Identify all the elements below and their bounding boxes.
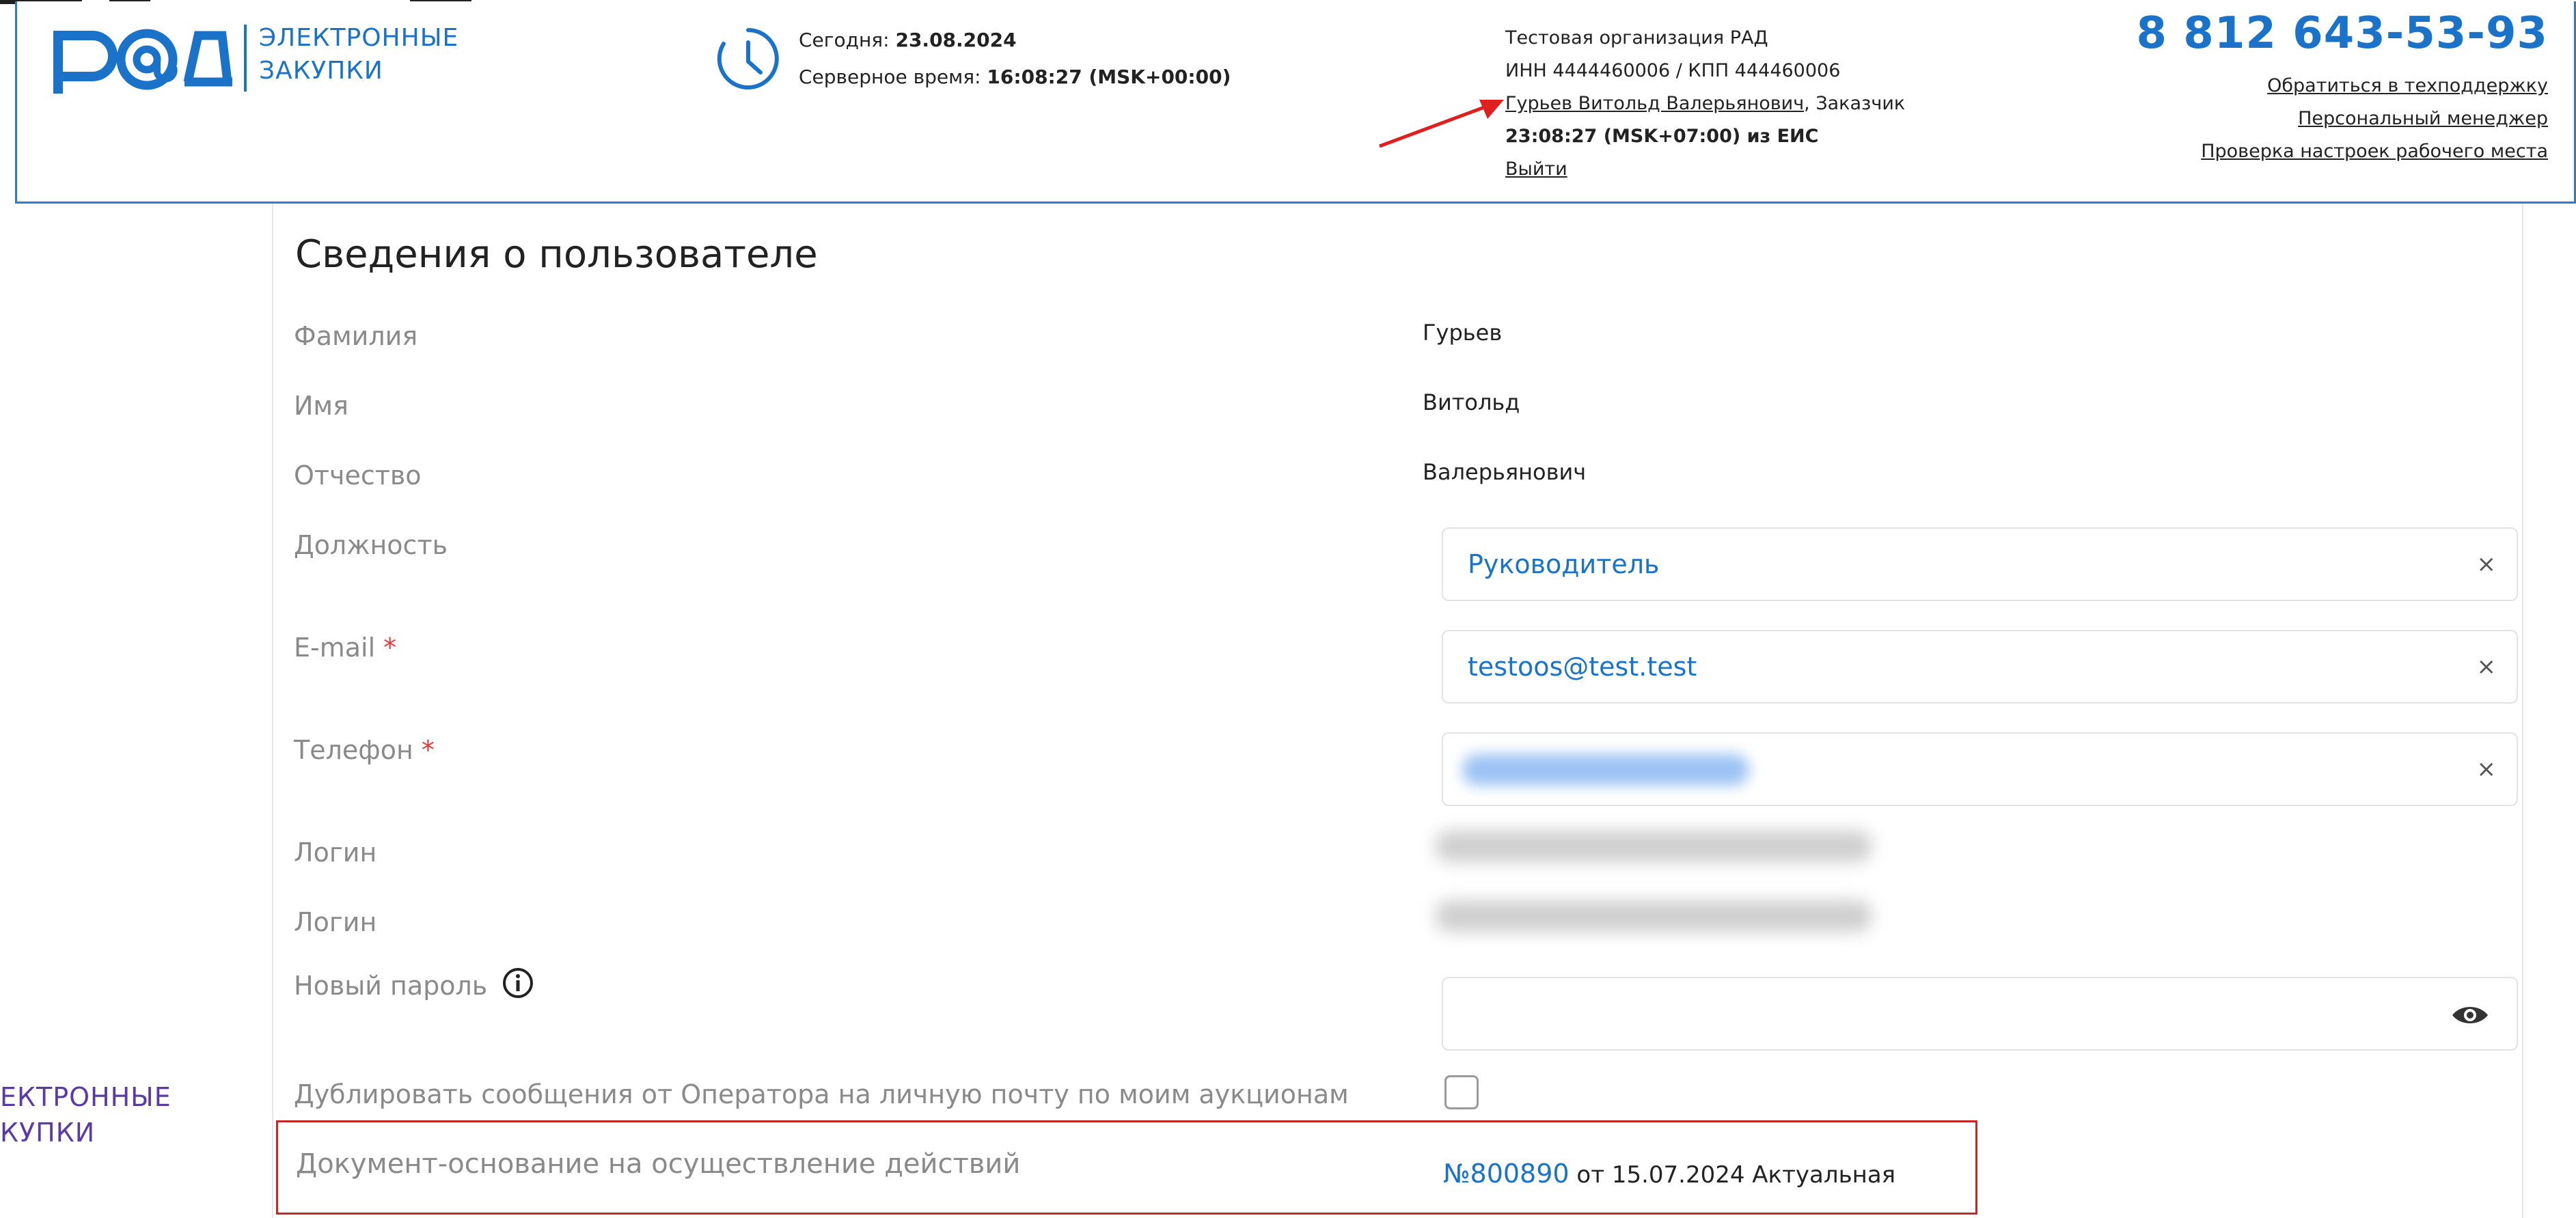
login-value-redacted-2 bbox=[1435, 900, 1872, 932]
workplace-check-link[interactable]: Проверка настроек рабочего места bbox=[2201, 135, 2548, 168]
phone-value-redacted bbox=[1462, 754, 1749, 786]
phone-field[interactable]: × bbox=[1442, 732, 2518, 806]
duplicate-messages-checkbox[interactable] bbox=[1444, 1075, 1479, 1109]
user-info-card: Сведения о пользователе Фамилия Гурьев И… bbox=[272, 204, 2523, 1218]
duplicate-messages-label: Дублировать сообщения от Оператора на ли… bbox=[294, 1079, 1349, 1109]
brand-line-2: ЗАКУПКИ bbox=[259, 57, 383, 85]
help-links: Обратиться в техподдержку Персональный м… bbox=[2201, 70, 2548, 168]
support-phone[interactable]: 8 812 643-53-93 bbox=[2136, 8, 2548, 59]
surname-label: Фамилия bbox=[294, 321, 418, 351]
logout-line: Выйти bbox=[1505, 153, 1905, 186]
clear-position-icon[interactable]: × bbox=[2477, 551, 2497, 578]
user-line: Гурьев Витольд Валерьянович, Заказчик bbox=[1505, 87, 1905, 120]
organization-block: Тестовая организация РАД ИНН 4444460006 … bbox=[1505, 22, 1905, 186]
today-value: 23.08.2024 bbox=[895, 29, 1017, 51]
server-time-value: 16:08:27 (MSK+00:00) bbox=[987, 66, 1231, 88]
org-inn-kpp: ИНН 4444460006 / КПП 444460006 bbox=[1505, 60, 1841, 81]
phone-label-text: Телефон bbox=[294, 735, 413, 765]
today-label: Сегодня: bbox=[799, 29, 896, 51]
left-fragment-line-2: КУПКИ bbox=[0, 1118, 96, 1148]
eis-time-value: 23:08:27 (MSK+07:00) из ЕИС bbox=[1505, 126, 1819, 147]
eis-time: 23:08:27 (MSK+07:00) из ЕИС bbox=[1505, 120, 1905, 153]
brand-text: ЭЛЕКТРОННЫЕ ЗАКУПКИ bbox=[259, 22, 458, 87]
email-label-text: E-mail bbox=[294, 633, 376, 663]
brand-line-1: ЭЛЕКТРОННЫЕ bbox=[259, 24, 459, 52]
org-name: Тестовая организация РАД bbox=[1505, 27, 1768, 49]
position-label: Должность bbox=[294, 530, 448, 560]
logo-separator bbox=[244, 25, 247, 92]
position-field[interactable]: Руководитель × bbox=[1442, 527, 2518, 601]
clear-email-icon[interactable]: × bbox=[2477, 653, 2497, 680]
name-value: Витольд bbox=[1423, 389, 1520, 415]
login-label: Логин bbox=[294, 838, 377, 868]
phone-label: Телефон * bbox=[294, 735, 435, 765]
new-password-field[interactable] bbox=[1442, 977, 2518, 1051]
email-label: E-mail * bbox=[294, 633, 396, 663]
logout-link[interactable]: Выйти bbox=[1505, 158, 1567, 180]
new-password-label: Новый пароль bbox=[294, 967, 534, 1001]
patronymic-label: Отчество bbox=[294, 460, 422, 490]
personal-manager-link[interactable]: Персональный менеджер bbox=[2201, 102, 2548, 135]
server-time-block: Сегодня: 23.08.2024 Серверное время: 16:… bbox=[799, 22, 1231, 96]
support-link[interactable]: Обратиться в техподдержку bbox=[2201, 70, 2548, 102]
clock-icon bbox=[715, 26, 781, 94]
show-password-eye-icon[interactable] bbox=[2451, 1003, 2489, 1027]
server-time-line: Серверное время: 16:08:27 (MSK+00:00) bbox=[799, 59, 1231, 96]
left-fragment-line-1: ЕКТРОННЫЕ bbox=[0, 1082, 172, 1112]
logo[interactable] bbox=[51, 22, 236, 100]
email-field[interactable]: testoos@test.test × bbox=[1442, 630, 2518, 704]
position-value: Руководитель bbox=[1468, 549, 1660, 579]
today-line: Сегодня: 23.08.2024 bbox=[799, 22, 1231, 59]
info-icon[interactable] bbox=[502, 967, 534, 999]
server-time-label: Серверное время: bbox=[799, 66, 987, 88]
email-value: testoos@test.test bbox=[1468, 652, 1697, 682]
document-status: от 15.07.2024 Актуальная bbox=[1569, 1161, 1896, 1189]
patronymic-value: Валерьянович bbox=[1423, 459, 1587, 485]
user-profile-link[interactable]: Гурьев Витольд Валерьянович bbox=[1505, 93, 1804, 114]
name-label: Имя bbox=[294, 391, 348, 421]
left-brand-fragment: ЕКТРОННЫЕ КУПКИ bbox=[0, 1079, 172, 1150]
login-label-2: Логин bbox=[294, 907, 377, 937]
user-role: , Заказчик bbox=[1804, 93, 1906, 114]
new-password-label-text: Новый пароль bbox=[294, 971, 488, 1001]
required-mark: * bbox=[421, 735, 435, 765]
document-basis-value: №800890 от 15.07.2024 Актуальная bbox=[1443, 1159, 1895, 1189]
document-basis-label: Документ-основание на осуществление дейс… bbox=[296, 1148, 1021, 1180]
surname-value: Гурьев bbox=[1423, 320, 1503, 346]
login-value-redacted bbox=[1435, 831, 1872, 862]
rad-logo-icon bbox=[53, 29, 232, 94]
required-mark: * bbox=[383, 633, 397, 663]
site-header: ЭЛЕКТРОННЫЕ ЗАКУПКИ Сегодня: 23.08.2024 … bbox=[15, 1, 2576, 204]
clear-phone-icon[interactable]: × bbox=[2477, 756, 2497, 783]
page-title: Сведения о пользователе bbox=[295, 232, 818, 277]
document-number-link[interactable]: №800890 bbox=[1443, 1159, 1570, 1189]
annotation-arrow-icon bbox=[1377, 96, 1507, 153]
